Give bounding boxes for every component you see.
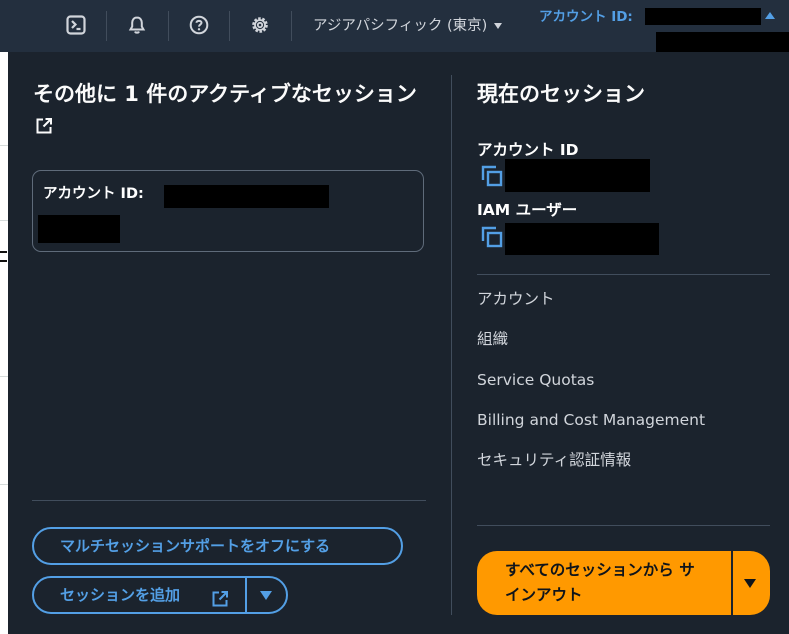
account-id-label: アカウント ID — [477, 141, 579, 159]
chevron-down-icon — [260, 591, 272, 600]
add-session-button[interactable]: セッションを追加 — [34, 578, 245, 612]
add-session-dropdown-button[interactable] — [247, 578, 286, 612]
turn-off-multisession-button[interactable]: マルチセッションサポートをオフにする — [32, 527, 403, 565]
add-session-split-button: セッションを追加 — [32, 576, 288, 614]
nav-separator — [106, 11, 107, 41]
nav-separator — [291, 11, 292, 41]
cloudshell-icon[interactable] — [63, 12, 89, 38]
background-divider — [0, 220, 8, 221]
console-page: アジアパシフィック (東京) アカウント ID: その他に 1 件のアクティブな… — [0, 0, 789, 634]
link-billing[interactable]: Billing and Cost Management — [477, 409, 705, 431]
redacted-other-account-id — [164, 185, 329, 208]
sign-out-all-button[interactable]: すべてのセッションから サインアウト — [477, 551, 731, 615]
account-menu-button[interactable]: アカウント ID: — [539, 8, 633, 26]
link-security-credentials[interactable]: セキュリティ認証情報 — [477, 449, 631, 471]
redacted-account-id — [645, 8, 761, 25]
turn-off-multisession-label: マルチセッションサポートをオフにする — [60, 537, 331, 555]
redacted-account-name — [656, 32, 789, 52]
session-dropdown-panel: その他に 1 件のアクティブなセッション アカウント ID: マルチセッションサ… — [8, 52, 789, 634]
sign-out-dropdown-button[interactable] — [733, 551, 770, 615]
region-selector[interactable]: アジアパシフィック (東京) — [313, 16, 503, 36]
link-organizations[interactable]: 組織 — [477, 328, 508, 350]
right-divider — [477, 274, 770, 275]
right-bottom-divider — [477, 525, 770, 526]
background-divider — [0, 484, 8, 485]
external-link-icon[interactable] — [35, 117, 53, 135]
external-link-icon — [211, 586, 229, 607]
copy-icon[interactable] — [481, 226, 503, 248]
help-icon[interactable] — [186, 12, 212, 38]
gear-icon[interactable] — [247, 12, 273, 38]
link-account[interactable]: アカウント — [477, 288, 555, 310]
bell-icon[interactable] — [124, 12, 150, 38]
copy-icon[interactable] — [481, 165, 503, 187]
add-session-label: セッションを追加 — [60, 586, 181, 604]
chevron-up-icon — [765, 12, 775, 19]
region-label: アジアパシフィック (東京) — [313, 18, 488, 34]
current-session-title: 現在のセッション — [477, 82, 645, 106]
background-divider — [0, 145, 8, 146]
column-divider — [451, 75, 452, 615]
background-divider — [0, 376, 8, 377]
account-menu-label: アカウント ID: — [539, 9, 633, 25]
left-divider — [32, 500, 426, 501]
background-menu-icon — [0, 251, 7, 262]
redacted-other-account-name — [38, 215, 120, 243]
other-session-account-label: アカウント ID: — [43, 186, 144, 202]
sign-out-split-button: すべてのセッションから サインアウト — [477, 551, 770, 615]
link-service-quotas[interactable]: Service Quotas — [477, 369, 594, 391]
redacted-account-id-value — [505, 159, 650, 192]
chevron-down-icon — [744, 579, 756, 588]
iam-user-label: IAM ユーザー — [477, 201, 578, 219]
nav-separator — [229, 11, 230, 41]
chevron-down-icon — [494, 23, 503, 29]
other-session-card[interactable]: アカウント ID: — [32, 170, 424, 252]
redacted-iam-user-value — [505, 223, 659, 255]
top-navigation-bar: アジアパシフィック (東京) アカウント ID: — [0, 0, 789, 52]
nav-separator — [168, 11, 169, 41]
sign-out-label: すべてのセッションから サインアウト — [505, 561, 695, 604]
other-sessions-title: その他に 1 件のアクティブなセッション — [33, 82, 417, 106]
